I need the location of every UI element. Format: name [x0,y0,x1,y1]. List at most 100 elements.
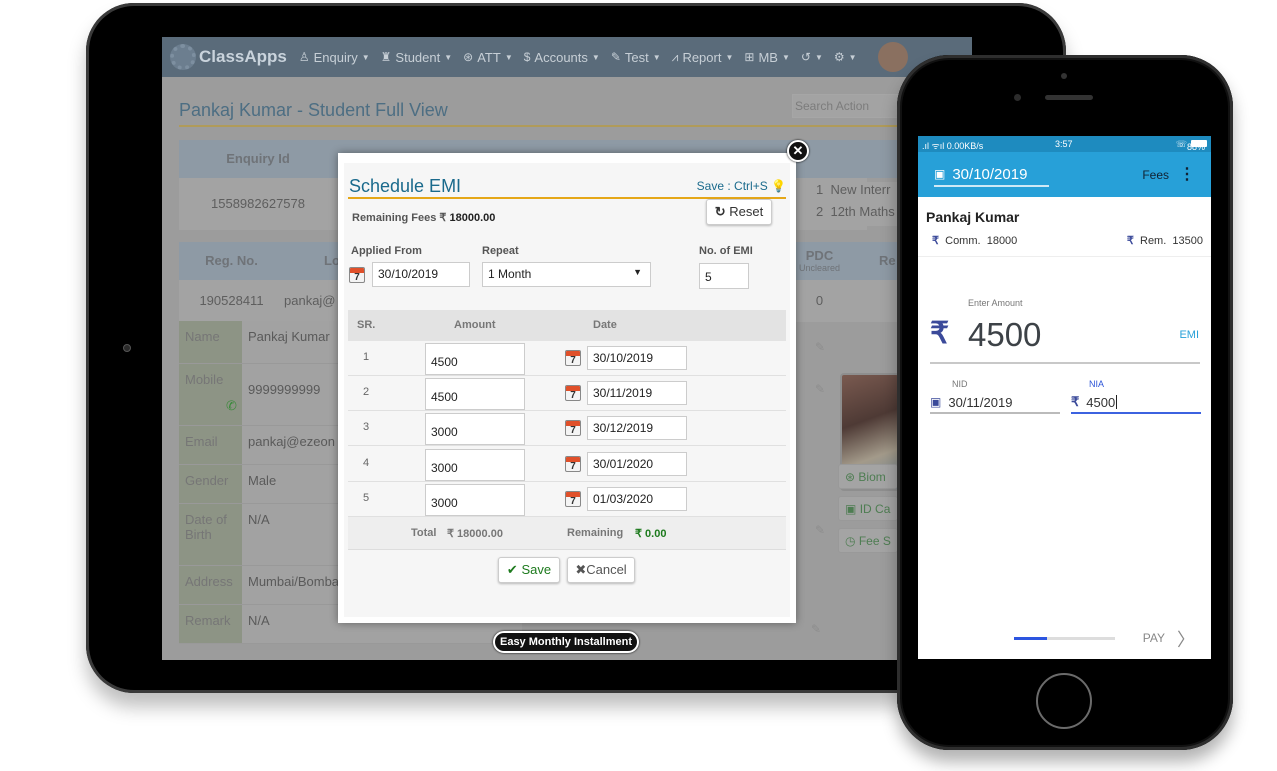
emi-date-input[interactable]: 30/12/2019 [587,416,687,441]
calendar-icon[interactable]: 7 [565,420,581,437]
user-avatar[interactable] [877,42,908,72]
amount-underline [930,362,1200,364]
num-emi-input[interactable]: 5 [699,263,749,289]
nia-input[interactable]: ₹ 4500 [1071,392,1201,414]
rupee-icon: ₹ [932,235,939,247]
caret-down-icon: ▼ [814,52,823,62]
nav-item-report[interactable]: ⩘ Report ▼ [672,50,734,65]
page-title: Pankaj Kumar - Student Full View [179,100,448,120]
date-picker[interactable]: ▣ 30/10/2019 [934,163,1049,187]
calendar-icon[interactable]: 7 [565,385,581,402]
sr-column: SR. [357,319,376,331]
nav-item-gear[interactable]: ⚙ ▼ [834,50,857,64]
fingerprint-icon: ⊛ [845,470,856,484]
amount-input[interactable]: 4500 [968,316,1041,354]
total-label: Total [411,527,437,539]
battery-percent: ☏ 88% [1175,139,1206,152]
biometric-button[interactable]: ⊛ Biom [838,464,898,489]
emi-amount-input[interactable]: 4500 [425,343,525,375]
sitemap-icon: ⊞ [744,50,755,64]
edit-pencil-icon[interactable]: ✎ [815,340,825,354]
emi-amount-input[interactable]: 4500 [425,378,525,411]
feature-badge: Easy Monthly Installment [493,631,639,653]
schedule-totals: Total ₹ 18000.00 Remaining ₹ 0.00 [348,517,786,550]
history-icon: ↺ [800,50,811,64]
calendar-icon: ▣ [930,395,942,409]
cancel-button[interactable]: ✖Cancel [567,557,635,583]
emi-amount-input[interactable]: 3000 [425,483,525,516]
detail-label: Date of Birth [179,504,242,566]
network-status: .ıl ᯤıl 0.00KB/s [922,141,984,151]
nav-item-test[interactable]: ✎ Test ▼ [611,50,661,65]
applied-from-label: Applied From [351,245,422,257]
detail-label: Address [179,566,242,605]
calendar-icon[interactable]: 7 [349,267,365,283]
emi-date-input[interactable]: 30/10/2019 [587,346,687,370]
applied-from-input[interactable]: 30/10/2019 [372,262,470,287]
batch-sr: 1 [816,182,824,197]
nav-label: ATT [477,49,501,65]
caret-down-icon: ▼ [591,52,600,62]
calendar-icon[interactable]: 7 [565,350,581,366]
calendar-icon[interactable]: 7 [565,455,581,472]
save-button[interactable]: ✔ Save [498,557,560,583]
detail-label: Name [179,321,242,364]
repeat-select[interactable]: 1 Month ▼ [482,262,651,287]
calendar-icon: ▣ [934,167,946,181]
schedule-row: 3 3000 7 30/12/2019 [348,411,786,447]
nav-item-student[interactable]: ♜ Student ▼ [381,50,453,65]
calendar-icon[interactable]: 7 [565,490,581,507]
app-bar: ▣ 30/10/2019 Fees ⋮ [918,152,1211,197]
total-value: ₹ 18000.00 [447,528,503,540]
emi-amount-input[interactable]: 3000 [425,448,525,481]
nav-item-att[interactable]: ⊛ ATT ▼ [463,50,513,65]
nav-label: Student [395,49,441,65]
fee-schedule-button[interactable]: ◷ Fee S [838,528,898,553]
rupee-icon: ₹ [1126,235,1134,247]
check-icon: ✔ [506,562,518,577]
more-vert-icon[interactable]: ⋮ [1179,164,1195,184]
save-label: Save [521,562,552,577]
status-bar: .ıl ᯤıl 0.00KB/s 3:57 ☏ 88% [918,136,1211,152]
caret-down-icon: ▼ [652,52,661,62]
nav-item-accounts[interactable]: $ Accounts ▼ [524,50,600,65]
chevron-right-icon[interactable]: 〉 [1177,626,1195,652]
edit-pencil-icon[interactable]: ✎ [815,382,825,396]
fees-tab[interactable]: Fees [1142,168,1169,182]
redo-icon: ↻ [714,204,726,219]
detail-label: Remark [179,605,242,644]
home-button[interactable] [1036,673,1092,729]
reset-label: Reset [729,204,764,219]
edit-pencil-icon[interactable]: ✎ [811,622,821,636]
remaining-fees-value: 18000.00 [449,212,496,224]
brand-logo[interactable]: ClassApps [170,44,287,70]
date-column: Date [593,319,617,331]
stage: ClassApps ♙ Enquiry ▼ ♜ Student ▼ ⊛ ATT ▼ $ Accoun… [0,0,1277,771]
emi-date-input[interactable]: 30/01/2020 [587,451,687,476]
nav-item-history[interactable]: ↺ ▼ [801,50,823,64]
pay-button[interactable]: PAY [1143,631,1165,645]
emi-amount-input[interactable]: 3000 [425,413,525,446]
emi-link[interactable]: EMI [1179,329,1199,341]
id-card-button[interactable]: ▣ ID Ca [838,496,898,521]
emi-date-input[interactable]: 30/11/2019 [587,381,687,406]
tablet-screen: ClassApps ♙ Enquiry ▼ ♜ Student ▼ ⊛ ATT ▼ $ Accoun… [162,37,972,660]
reset-button[interactable]: ↻ Reset [706,199,772,225]
schedule-row: 5 3000 7 01/03/2020 [348,481,786,517]
schedule-row: 2 4500 7 30/11/2019 [348,376,786,412]
nav-item-mb[interactable]: ⊞ MB ▼ [744,50,789,65]
edit-pencil-icon[interactable]: ✎ [815,523,825,537]
schedule-header: SR. Amount Date [348,310,786,341]
whatsapp-icon[interactable]: ✆ [226,398,237,414]
nid-input[interactable]: ▣ 30/11/2019 [930,392,1060,414]
schedule-emi-modal: ✕ Schedule EMI Save : Ctrl+S 💡 Remaining… [338,140,809,623]
close-icon[interactable]: ✕ [787,140,809,162]
repeat-label: Repeat [482,245,519,257]
caret-down-icon: ▼ [725,52,734,62]
graduate-icon: ♜ [380,50,392,64]
nav-item-enquiry[interactable]: ♙ Enquiry ▼ [299,50,370,65]
remaining-fees: Remaining Fees ₹ 18000.00 [352,211,495,224]
row-sr: 5 [363,491,370,504]
remaining-value: ₹ 0.00 [635,528,667,540]
emi-date-input[interactable]: 01/03/2020 [587,486,687,511]
